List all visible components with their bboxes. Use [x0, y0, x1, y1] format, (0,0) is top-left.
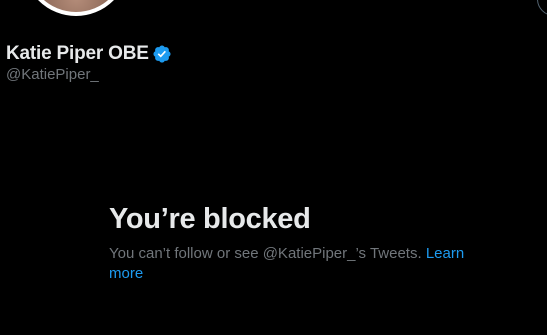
profile-avatar[interactable] [19, 0, 133, 20]
blocked-message: You can’t follow or see @KatiePiper_’s T… [109, 244, 471, 284]
avatar-photo [27, 0, 125, 12]
verified-badge-icon [153, 45, 171, 63]
profile-name: Katie Piper OBE [6, 43, 149, 64]
blocked-message-text: You can’t follow or see @KatiePiper_’s T… [109, 245, 422, 262]
profile-name-row: Katie Piper OBE [6, 41, 172, 67]
blocked-title: You’re blocked [109, 203, 311, 235]
profile-handle: @KatiePiper_ [6, 66, 99, 83]
more-options-button[interactable] [537, 0, 547, 16]
blocked-notice: You’re blocked You can’t follow or see @… [109, 200, 479, 284]
blocked-profile-page: Katie Piper OBE @KatiePiper_ You’re bloc… [0, 0, 547, 335]
